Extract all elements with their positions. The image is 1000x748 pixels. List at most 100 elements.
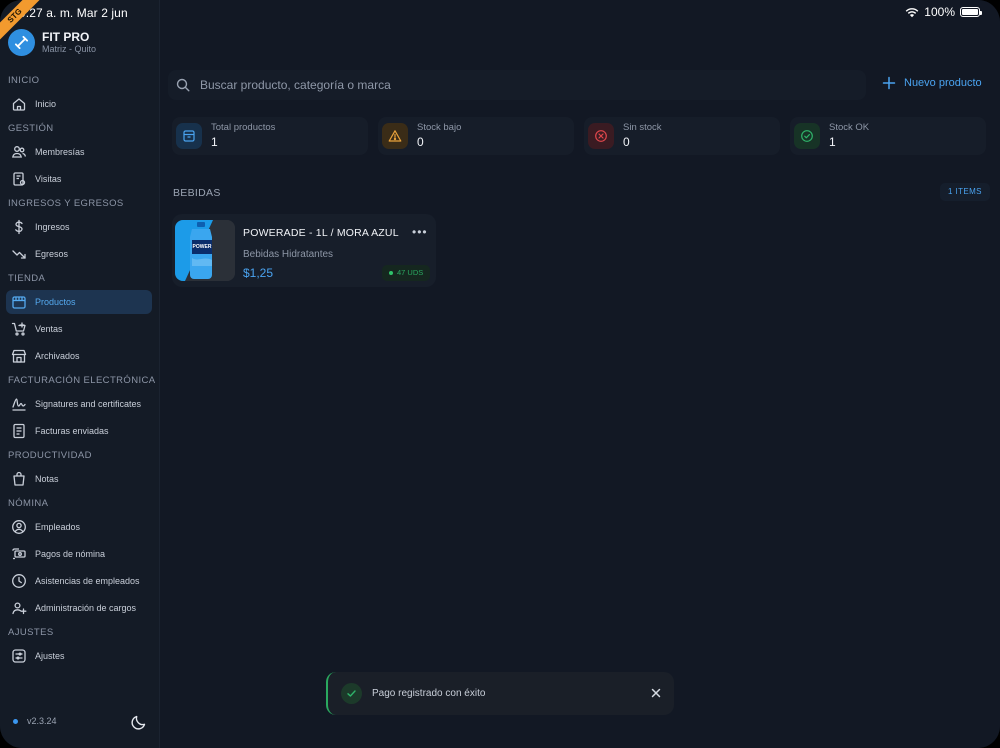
signature-icon: [10, 396, 27, 413]
sidebar-item-administracion-cargos[interactable]: Administración de cargos: [6, 596, 152, 620]
section-title-inicio: INICIO: [8, 75, 40, 86]
dollar-icon: [10, 219, 27, 236]
sidebar-item-visitas[interactable]: Visitas: [6, 167, 152, 191]
sidebar-item-facturas-enviadas[interactable]: Facturas enviadas: [6, 419, 152, 443]
user-circle-icon: [10, 519, 27, 536]
sidebar-item-label: Visitas: [35, 174, 62, 184]
more-options-icon[interactable]: •••: [412, 225, 428, 239]
sidebar-item-signatures[interactable]: Signatures and certificates: [6, 392, 152, 416]
stat-stock-ok: Stock OK 1: [790, 117, 986, 155]
brand-name: FIT PRO: [42, 29, 90, 44]
stat-value: 1: [211, 135, 218, 149]
sidebar-item-label: Pagos de nómina: [35, 549, 106, 559]
theme-toggle-button[interactable]: [130, 713, 148, 731]
home-icon: [10, 96, 27, 113]
cart-icon: [10, 321, 27, 338]
store-icon: [10, 294, 27, 311]
brand-subtitle: Matriz - Quito: [42, 43, 97, 54]
sidebar-item-pagos-nomina[interactable]: Pagos de nómina: [6, 542, 152, 566]
app-version: v2.3.24: [13, 716, 57, 726]
stat-value: 0: [623, 135, 630, 149]
status-dot: [13, 718, 18, 724]
search-icon: [176, 78, 190, 92]
users-icon: [10, 144, 27, 161]
sidebar-item-label: Asistencias de empleados: [35, 576, 140, 586]
brand[interactable]: FIT PRO Matriz - Quito: [8, 29, 96, 56]
warning-icon: [382, 123, 408, 149]
sidebar-item-inicio[interactable]: Inicio: [6, 92, 152, 116]
sidebar-item-label: Ajustes: [35, 651, 65, 661]
sidebar-item-label: Empleados: [35, 522, 81, 532]
stock-dot: [389, 271, 393, 275]
new-product-button[interactable]: Nuevo producto: [882, 76, 982, 90]
section-title-ingresos-egresos: INGRESOS Y EGRESOS: [8, 198, 124, 209]
clock-icon: [10, 573, 27, 590]
stat-sin-stock: Sin stock 0: [584, 117, 780, 155]
check-icon: [341, 683, 362, 704]
stat-label: Total productos: [211, 122, 276, 133]
sidebar-item-label: Archivados: [35, 351, 80, 361]
sidebar-item-asistencias[interactable]: Asistencias de empleados: [6, 569, 152, 593]
toast-message: Pago registrado con éxito: [372, 688, 486, 699]
sidebar-item-empleados[interactable]: Empleados: [6, 515, 152, 539]
product-card[interactable]: POWER POWERADE - 1L / MORA AZUL ••• Bebi…: [172, 214, 436, 287]
box-icon: [176, 123, 202, 149]
check-circle-icon: [794, 123, 820, 149]
stat-label: Stock bajo: [417, 122, 462, 133]
settings-icon: [10, 648, 27, 665]
notes-icon: [10, 471, 27, 488]
sidebar-item-label: Inicio: [35, 99, 57, 109]
sidebar-item-archivados[interactable]: Archivados: [6, 344, 152, 368]
stock-badge: 47 UDS: [382, 265, 431, 281]
archive-store-icon: [10, 348, 27, 365]
sidebar-item-label: Signatures and certificates: [35, 399, 142, 409]
product-price: $1,25: [243, 266, 274, 280]
battery-percent: 100%: [924, 5, 955, 19]
sidebar: STG 9:27 a. m. Mar 2 jun FIT PRO Matriz …: [0, 0, 160, 748]
toast-notification: Pago registrado con éxito: [326, 672, 674, 715]
visits-icon: [10, 171, 27, 188]
stat-total-productos: Total productos 1: [172, 117, 368, 155]
stat-value: 1: [829, 135, 836, 149]
version-label: v2.3.24: [27, 716, 57, 726]
sidebar-item-notas[interactable]: Notas: [6, 467, 152, 491]
status-indicators: 100%: [905, 5, 982, 19]
search-bar[interactable]: [168, 70, 866, 100]
search-input[interactable]: [200, 78, 840, 92]
category-count-badge: 1 ITEMS: [940, 183, 990, 201]
moon-icon: [131, 715, 146, 730]
category-title: BEBIDAS: [173, 187, 221, 199]
sidebar-item-label: Notas: [35, 474, 59, 484]
product-category: Bebidas Hidratantes: [243, 249, 334, 260]
section-title-productividad: PRODUCTIVIDAD: [8, 450, 92, 461]
product-image: POWER: [175, 220, 235, 281]
sidebar-item-label: Productos: [35, 297, 76, 307]
stat-stock-bajo: Stock bajo 0: [378, 117, 574, 155]
stat-value: 0: [417, 135, 424, 149]
cash-icon: [10, 546, 27, 563]
section-title-facturacion: FACTURACIÓN ELECTRÓNICA: [8, 375, 156, 386]
sidebar-item-productos[interactable]: Productos: [6, 290, 152, 314]
main-content: 100% Nuevo producto Total productos1 S: [160, 0, 1000, 748]
sidebar-item-ventas[interactable]: Ventas: [6, 317, 152, 341]
section-title-gestion: GESTIÓN: [8, 123, 54, 134]
sidebar-nav: INICIO Inicio GESTIÓN Membresías Visitas…: [0, 70, 160, 671]
user-plus-icon: [10, 600, 27, 617]
section-title-tienda: TIENDA: [8, 273, 46, 284]
stock-label: 47 UDS: [397, 268, 424, 277]
trend-down-icon: [10, 246, 27, 263]
sidebar-item-label: Administración de cargos: [35, 603, 137, 613]
svg-text:POWER: POWER: [193, 244, 212, 250]
section-title-nomina: NÓMINA: [8, 498, 49, 509]
plus-icon: [882, 76, 896, 90]
sidebar-item-label: Ingresos: [35, 222, 70, 232]
sidebar-item-ajustes[interactable]: Ajustes: [6, 644, 152, 668]
sidebar-item-label: Egresos: [35, 249, 69, 259]
dumbbell-logo-icon: [8, 29, 35, 56]
sidebar-item-membresias[interactable]: Membresías: [6, 140, 152, 164]
sidebar-item-label: Membresías: [35, 147, 85, 157]
sidebar-item-egresos[interactable]: Egresos: [6, 242, 152, 266]
sidebar-item-ingresos[interactable]: Ingresos: [6, 215, 152, 239]
stats-row: Total productos 1 Stock bajo 0 Sin stock 0 …: [172, 117, 986, 155]
close-icon[interactable]: [648, 685, 664, 701]
